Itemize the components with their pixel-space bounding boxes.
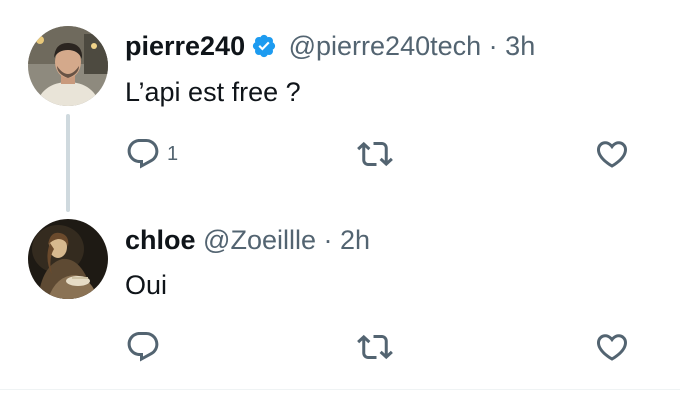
timestamp[interactable]: 3h xyxy=(505,31,535,61)
tweet-text: L’api est free ? xyxy=(125,77,301,107)
like-icon xyxy=(596,141,628,168)
retweet-icon xyxy=(357,141,393,167)
user-handle[interactable]: @pierre240tech xyxy=(289,31,482,61)
separator-dot: · xyxy=(488,31,498,61)
reply-icon xyxy=(127,139,159,169)
thread-connector-line xyxy=(66,114,70,212)
like-button[interactable] xyxy=(594,329,630,365)
tweet-header: chloe @Zoeillle · 2h xyxy=(125,220,370,260)
like-icon xyxy=(596,334,628,361)
tweet-header: pierre240 @pierre240tech · 3h xyxy=(125,26,535,66)
like-button[interactable] xyxy=(594,136,630,172)
display-name[interactable]: chloe xyxy=(125,225,196,255)
divider xyxy=(0,389,680,390)
reply-button[interactable] xyxy=(125,329,161,365)
display-name[interactable]: pierre240 xyxy=(125,31,245,61)
user-handle[interactable]: @Zoeillle xyxy=(203,225,316,255)
reply-icon xyxy=(127,332,159,362)
timestamp[interactable]: 2h xyxy=(340,225,370,255)
avatar-chloe[interactable] xyxy=(28,219,108,299)
separator-dot: · xyxy=(323,225,333,255)
tweet-text: Oui xyxy=(125,270,168,300)
verified-badge-icon xyxy=(251,33,277,59)
retweet-icon xyxy=(357,334,393,360)
avatar-pierre240[interactable] xyxy=(28,26,108,106)
retweet-button[interactable] xyxy=(357,136,393,172)
reply-button[interactable]: 1 xyxy=(125,136,178,172)
reply-count: 1 xyxy=(167,142,179,165)
retweet-button[interactable] xyxy=(357,329,393,365)
